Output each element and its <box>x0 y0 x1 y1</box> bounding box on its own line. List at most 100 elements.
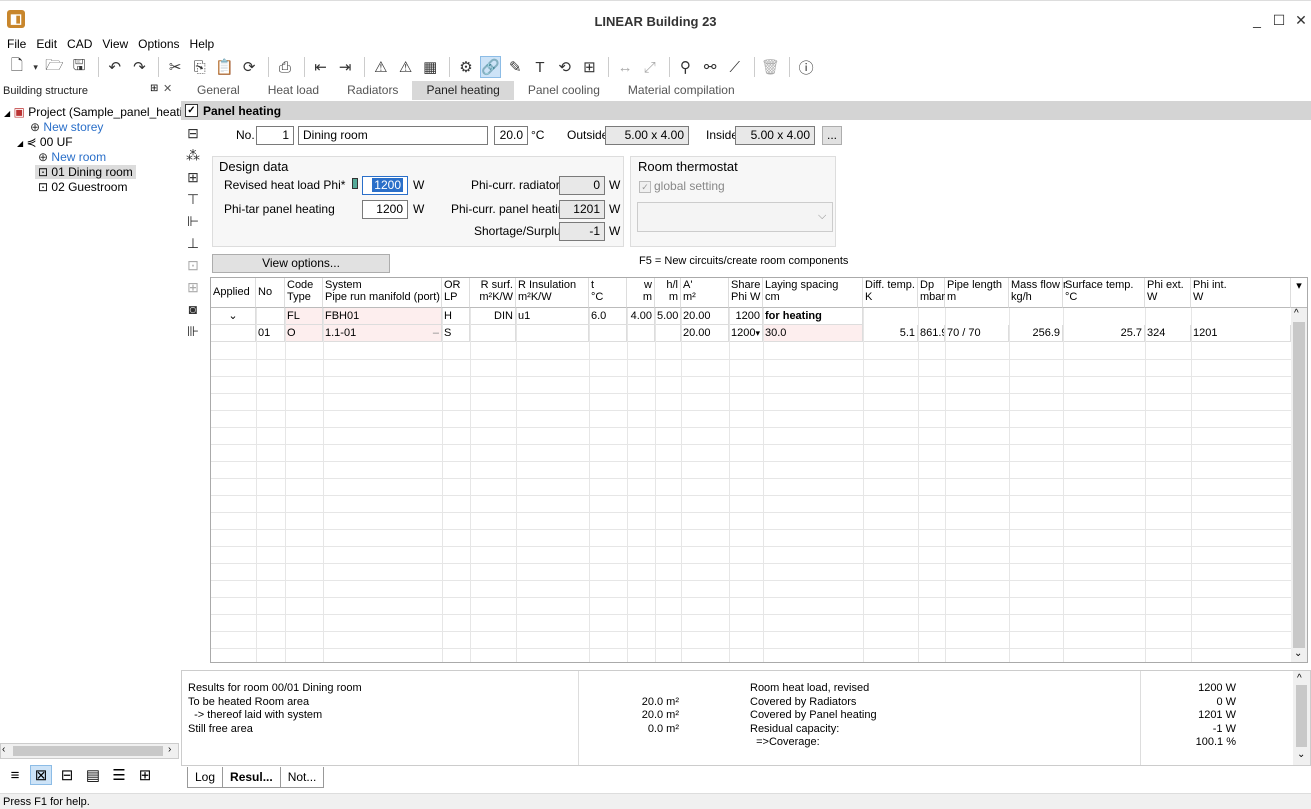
row2-system[interactable]: 1.1-01 – <box>323 325 442 342</box>
rotate-icon[interactable]: ⟲ <box>554 56 576 78</box>
undo-icon[interactable]: ↶ <box>104 56 126 78</box>
print-icon[interactable]: ⎙ <box>274 56 296 78</box>
row1-r-surf[interactable]: DIN <box>470 308 516 325</box>
phi-tar-input[interactable]: 1200 <box>362 200 408 219</box>
row2-share-dropdown[interactable]: 1200▾ <box>729 325 763 342</box>
column-header-diff-temp[interactable]: Diff. temp. K <box>863 278 918 308</box>
copy-icon[interactable]: ⎘ <box>189 56 211 78</box>
row1-code[interactable]: FL <box>285 308 323 325</box>
tree-item-new-room[interactable]: ⊕ New room <box>38 150 106 164</box>
close-button[interactable]: ✕ <box>1293 12 1309 28</box>
pin-icon[interactable]: ⊞ <box>150 83 158 94</box>
view-options-button[interactable]: View options... <box>212 254 390 273</box>
grid-icon[interactable]: ⊞ <box>183 276 203 298</box>
row1-t[interactable]: 6.0 <box>589 308 627 325</box>
scroll-up-icon[interactable]: ^ <box>1297 673 1302 684</box>
scroll-down-icon[interactable]: ⌄ <box>1294 648 1302 659</box>
open-folder-icon[interactable]: 🗁 <box>44 56 66 78</box>
column-header-t[interactable]: t °C <box>589 278 627 308</box>
tree-item-new-storey[interactable]: ⊕ New storey <box>30 120 103 134</box>
row2-r-surf[interactable] <box>470 325 516 342</box>
column-header-system[interactable]: System Pipe run manifold (port) <box>323 278 442 308</box>
area-select-icon[interactable]: ⊡ <box>183 254 203 276</box>
tab-general[interactable]: General <box>183 81 254 100</box>
column-header-w[interactable]: w m <box>627 278 655 308</box>
menu-options[interactable]: Options <box>138 37 179 51</box>
cut-icon[interactable]: ✂ <box>164 56 186 78</box>
room-components-icon[interactable]: ⊟ <box>183 122 203 144</box>
redo-icon[interactable]: ↷ <box>129 56 151 78</box>
scroll-up-icon[interactable]: ^ <box>1294 308 1299 319</box>
dimensions-more-button[interactable]: ... <box>822 126 842 145</box>
component-view-icon[interactable]: ⊟ <box>56 765 78 785</box>
settings-gear-icon[interactable]: ⚙ <box>455 56 477 78</box>
warning-icon[interactable]: ⚠ <box>370 56 392 78</box>
link-icon[interactable]: 🔗 <box>479 56 502 78</box>
warning-list-icon[interactable]: ⚠ <box>395 56 417 78</box>
detail-view-icon[interactable]: ⊞ <box>134 765 156 785</box>
minimize-button[interactable]: _ <box>1249 12 1265 28</box>
column-header-share[interactable]: Share Phi W <box>729 278 763 308</box>
panel-icon[interactable]: ◙ <box>183 298 203 320</box>
expander-icon[interactable]: ◢ <box>17 139 23 148</box>
connect-icon[interactable]: ⊪ <box>183 320 203 342</box>
column-header-mass-flow[interactable]: Mass flow r kg/h <box>1009 278 1067 308</box>
column-header-code-type[interactable]: Code Type <box>285 278 323 308</box>
distribution-icon[interactable]: ⊩ <box>183 210 203 232</box>
row1-h[interactable]: 5.00 <box>655 308 681 325</box>
panel-heating-checkbox[interactable]: ✓ <box>185 104 198 117</box>
column-header-no[interactable]: No <box>256 278 285 308</box>
floorplan-view-icon[interactable]: ⊠ <box>30 765 52 785</box>
paste-icon[interactable]: 📋 <box>214 56 236 78</box>
revised-heat-load-input[interactable]: 1200 <box>362 176 408 195</box>
column-header-a[interactable]: A' m² <box>681 278 729 308</box>
expander-icon[interactable]: ◢ <box>4 109 10 118</box>
measure-icon[interactable]: ↔ <box>614 56 636 78</box>
column-header-pipe-length[interactable]: Pipe length m <box>945 278 1009 308</box>
refresh-icon[interactable]: ⟳ <box>238 56 260 78</box>
panel-close-icon[interactable]: ✕ <box>163 82 172 95</box>
magic-wand-icon[interactable]: ⁂ <box>183 144 203 166</box>
column-header-laying-spacing[interactable]: Laying spacing cm <box>763 278 863 308</box>
room-no-input[interactable]: 1 <box>256 126 294 145</box>
row2-h[interactable] <box>655 325 681 342</box>
column-header-r-surf[interactable]: R surf. m²K/W <box>470 278 516 308</box>
new-file-icon[interactable]: 🗋 <box>6 56 28 78</box>
column-header-r-insulation[interactable]: R Insulation m²K/W <box>516 278 589 308</box>
save-icon[interactable]: 🖫 <box>68 56 90 78</box>
column-header-or-lp[interactable]: OR LP <box>442 278 470 308</box>
tree-horizontal-scrollbar[interactable]: ‹ › <box>0 743 179 759</box>
tab-panel-cooling[interactable]: Panel cooling <box>514 81 614 100</box>
maximize-button[interactable]: ☐ <box>1271 12 1287 28</box>
list-view-icon[interactable]: ≡ <box>4 765 26 785</box>
tab-material-compilation[interactable]: Material compilation <box>614 81 749 100</box>
export-icon[interactable]: ⇥ <box>334 56 356 78</box>
menu-cad[interactable]: CAD <box>67 37 92 51</box>
row2-code[interactable]: O <box>285 325 323 342</box>
row2-or[interactable]: S <box>442 325 470 342</box>
pencil-icon[interactable]: ✎ <box>504 56 526 78</box>
row1-r-insulation[interactable]: u1 <box>516 308 589 325</box>
room-name-input[interactable]: Dining room <box>298 126 488 145</box>
pipette-icon[interactable]: ⟋ <box>724 56 746 78</box>
row1-or[interactable]: H <box>442 308 470 325</box>
menu-file[interactable]: File <box>7 37 26 51</box>
tree-item-guestroom[interactable]: ⊡ 02 Guestroom <box>38 180 127 194</box>
column-header-phi-int[interactable]: Phi int. W <box>1191 278 1291 308</box>
column-header-dp[interactable]: Dp mbar <box>918 278 945 308</box>
tab-results[interactable]: Resul... <box>222 766 281 788</box>
tree-item-storey-00uf[interactable]: ◢ ⋞ 00 UF <box>17 135 73 149</box>
tab-log[interactable]: Log <box>187 766 224 788</box>
thermostat-dropdown[interactable]: ⌵ <box>637 202 833 232</box>
tree-item-project[interactable]: ◢ ▣ Project (Sample_panel_heatin <box>4 105 189 119</box>
column-header-applied[interactable]: Applied <box>211 278 256 308</box>
row1-system[interactable]: FBH01 <box>323 308 442 325</box>
menu-view[interactable]: View <box>102 37 128 51</box>
scrollbar-thumb[interactable] <box>1296 685 1307 747</box>
tab-notes[interactable]: Not... <box>279 766 325 788</box>
menu-edit[interactable]: Edit <box>36 37 57 51</box>
search-icon[interactable]: ⚲ <box>675 56 697 78</box>
row1-w[interactable]: 4.00 <box>627 308 655 325</box>
row2-laying[interactable]: 30.0 <box>763 325 863 342</box>
building-calc-icon[interactable]: ▦ <box>419 56 441 78</box>
